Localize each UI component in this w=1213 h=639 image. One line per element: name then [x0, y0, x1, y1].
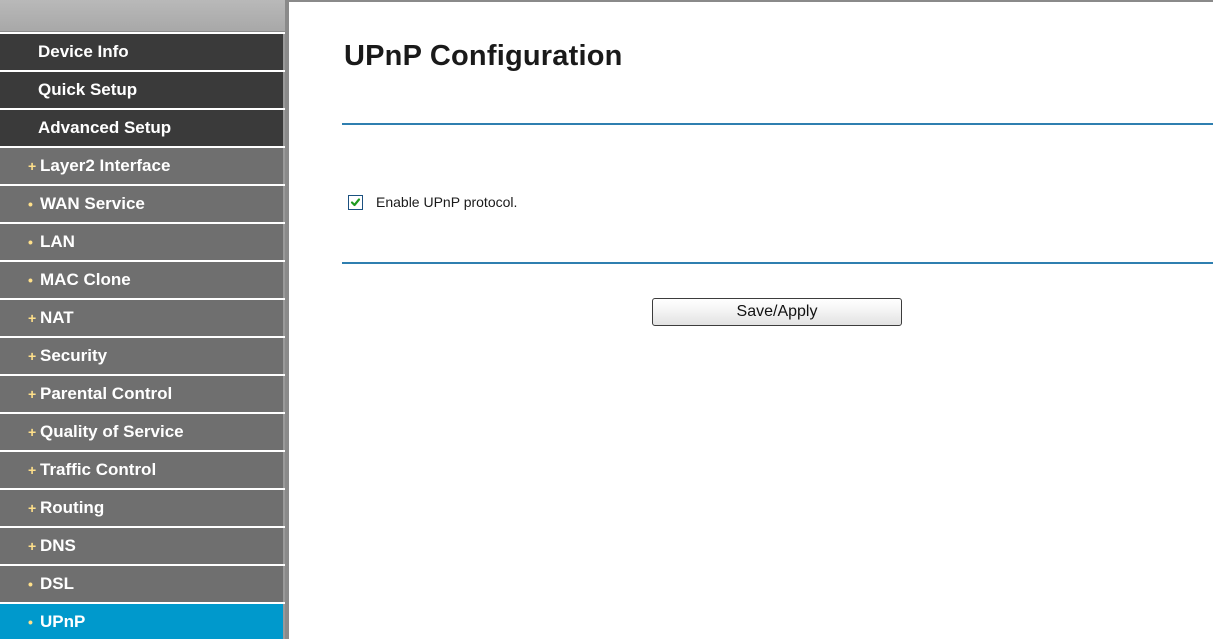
dot-bullet-icon: •: [28, 196, 33, 212]
sidebar-menu: Device Info Quick Setup Advanced Setup + Lay…: [0, 34, 285, 639]
plus-bullet-icon: +: [28, 348, 37, 364]
sidebar-item-mac-clone[interactable]: • MAC Clone: [0, 262, 285, 298]
plus-bullet-icon: +: [28, 462, 37, 478]
sidebar-item-label: Device Info: [38, 42, 129, 61]
sidebar-item-label: DSL: [40, 574, 74, 593]
sidebar-item-quick-setup[interactable]: Quick Setup: [0, 72, 285, 108]
sidebar-item-advanced-setup[interactable]: Advanced Setup: [0, 110, 285, 146]
plus-bullet-icon: +: [28, 310, 37, 326]
save-apply-button[interactable]: Save/Apply: [652, 298, 902, 326]
sidebar-item-label: Quality of Service: [40, 422, 184, 441]
plus-bullet-icon: +: [28, 424, 37, 440]
sidebar-header-band: [0, 0, 285, 32]
dot-bullet-icon: •: [28, 614, 33, 630]
plus-bullet-icon: +: [28, 386, 37, 402]
sidebar-item-label: Advanced Setup: [38, 118, 172, 137]
sidebar-item-layer2-interface[interactable]: + Layer2 Interface: [0, 148, 285, 184]
enable-upnp-checkbox[interactable]: [348, 194, 363, 210]
dot-bullet-icon: •: [28, 576, 33, 592]
plus-bullet-icon: +: [28, 158, 37, 174]
enable-upnp-label: Enable UPnP protocol.: [376, 194, 518, 210]
sidebar-item-nat[interactable]: + NAT: [0, 300, 285, 336]
sidebar-item-label: Layer2 Interface: [40, 156, 171, 175]
sidebar-item-label: NAT: [40, 308, 74, 327]
sidebar-item-parental-control[interactable]: + Parental Control: [0, 376, 285, 412]
sidebar-item-quality-of-service[interactable]: + Quality of Service: [0, 414, 285, 450]
section-divider-top: [342, 123, 1213, 125]
sidebar-item-traffic-control[interactable]: + Traffic Control: [0, 452, 285, 488]
router-admin-page: Device Info Quick Setup Advanced Setup + Lay…: [0, 0, 1213, 639]
sidebar-item-label: Security: [40, 346, 108, 365]
sidebar-item-label: UPnP: [40, 612, 86, 631]
sidebar-item-label: LAN: [40, 232, 75, 251]
sidebar-item-dsl[interactable]: • DSL: [0, 566, 285, 602]
sidebar-item-label: Quick Setup: [38, 80, 138, 99]
page-title: UPnP Configuration: [344, 40, 623, 72]
sidebar-item-security[interactable]: + Security: [0, 338, 285, 374]
sidebar-item-routing[interactable]: + Routing: [0, 490, 285, 526]
sidebar-item-label: Routing: [40, 498, 105, 517]
plus-bullet-icon: +: [28, 538, 37, 554]
section-divider-bottom: [342, 262, 1213, 264]
dot-bullet-icon: •: [28, 272, 33, 288]
sidebar: Device Info Quick Setup Advanced Setup + Lay…: [0, 0, 285, 639]
sidebar-item-dns[interactable]: + DNS: [0, 528, 285, 564]
dot-bullet-icon: •: [28, 234, 33, 250]
sidebar-item-label: DNS: [40, 536, 76, 555]
sidebar-item-label: WAN Service: [40, 194, 145, 213]
plus-bullet-icon: +: [28, 500, 37, 516]
check-icon: [350, 197, 361, 206]
main-content: UPnP Configuration Enable UPnP protocol.…: [289, 0, 1213, 639]
sidebar-item-device-info[interactable]: Device Info: [0, 34, 285, 70]
sidebar-item-label: Parental Control: [40, 384, 173, 403]
sidebar-item-upnp[interactable]: • UPnP: [0, 604, 285, 639]
sidebar-item-label: Traffic Control: [40, 460, 157, 479]
sidebar-item-lan[interactable]: • LAN: [0, 224, 285, 260]
sidebar-item-label: MAC Clone: [40, 270, 131, 289]
sidebar-item-wan-service[interactable]: • WAN Service: [0, 186, 285, 222]
enable-upnp-option: Enable UPnP protocol.: [348, 192, 517, 212]
